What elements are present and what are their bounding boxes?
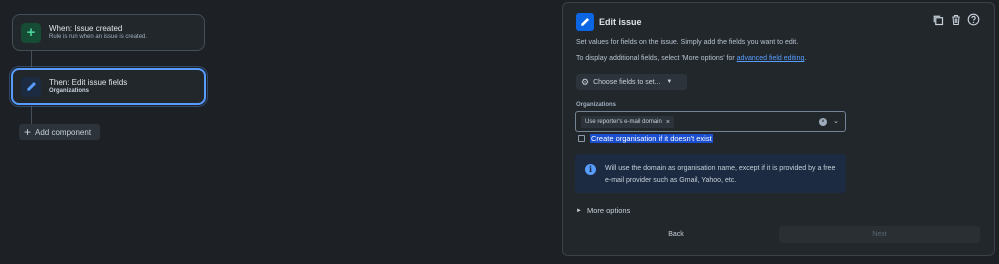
more-options-hint: To display additional fields, select 'Mo…	[576, 55, 806, 62]
pencil-icon	[21, 76, 41, 97]
choose-fields-button[interactable]: ⚙ Choose fields to set... ▼	[576, 74, 687, 90]
next-button[interactable]: Next	[779, 226, 980, 243]
create-org-checkbox[interactable]	[578, 135, 585, 142]
action-subtitle: Organizations	[49, 87, 90, 94]
more-options-label: More options	[586, 206, 631, 215]
connector-line	[31, 106, 32, 126]
gear-icon: ⚙	[581, 76, 590, 87]
chevron-down-icon: ▼	[666, 79, 673, 85]
panel-header: Edit issue	[576, 13, 642, 31]
chevron-right-icon: ►	[576, 207, 582, 214]
panel-description: Set values for fields on the issue. Simp…	[576, 39, 799, 46]
organizations-label: Organizations	[576, 102, 617, 108]
panel-title: Edit issue	[599, 17, 642, 27]
advanced-field-editing-link[interactable]: advanced field editing	[737, 55, 805, 62]
plus-icon: +	[21, 22, 41, 43]
trigger-node[interactable]: + When: Issue created Rule is run when a…	[12, 14, 205, 51]
panel-actions	[931, 13, 980, 26]
choose-fields-label: Choose fields to set...	[593, 78, 661, 86]
info-text: Will use the domain as organisation name…	[605, 165, 836, 184]
clear-icon[interactable]: ×	[819, 118, 827, 126]
hint-prefix: To display additional fields, select 'Mo…	[576, 55, 737, 62]
hint-suffix: .	[804, 55, 807, 62]
connector-line	[31, 51, 32, 69]
action-title: Then: Edit issue fields	[49, 78, 128, 88]
plus-icon: +	[24, 125, 32, 139]
trash-icon[interactable]	[949, 13, 962, 26]
rule-canvas: + When: Issue created Rule is run when a…	[0, 0, 560, 264]
help-icon[interactable]	[967, 13, 980, 26]
remove-chip-icon[interactable]: ×	[666, 119, 670, 126]
selected-value-chip: Use reporter's e-mail domain ×	[581, 116, 674, 128]
add-component-label: Add component	[35, 127, 92, 137]
organizations-select[interactable]: Use reporter's e-mail domain × × ⌄	[575, 111, 846, 132]
edit-issue-panel: Edit issue Set values for fields on the …	[562, 2, 995, 256]
trigger-subtitle: Rule is run when an issue is created.	[49, 33, 148, 40]
back-button[interactable]: Back	[664, 227, 688, 241]
add-component-button[interactable]: + Add component	[19, 124, 100, 140]
action-node[interactable]: Then: Edit issue fields Organizations	[11, 68, 206, 105]
copy-icon[interactable]	[931, 13, 944, 26]
trigger-title: When: Issue created	[49, 24, 123, 34]
chip-label: Use reporter's e-mail domain	[585, 119, 662, 125]
create-org-label: Create organisation if it doesn't exist	[590, 134, 713, 143]
more-options-toggle[interactable]: ► More options	[576, 206, 630, 215]
info-icon: i	[585, 164, 596, 175]
info-message: i Will use the domain as organisation na…	[575, 154, 846, 193]
pencil-icon	[576, 13, 594, 31]
chevron-down-icon[interactable]: ⌄	[833, 117, 839, 125]
